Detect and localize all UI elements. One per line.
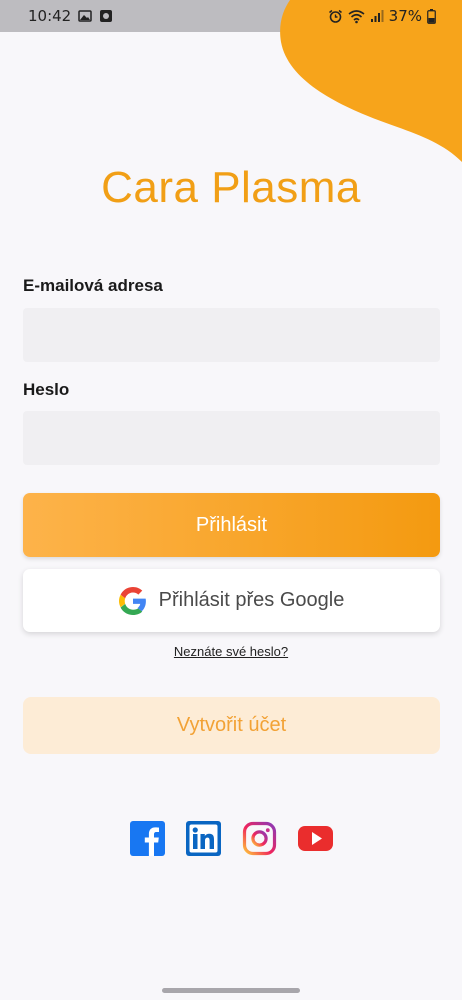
alarm-icon xyxy=(328,9,342,23)
clock-time: 10:42 xyxy=(28,7,72,25)
create-account-button[interactable]: Vytvořit účet xyxy=(23,697,440,754)
forgot-password-link[interactable]: Neznáte své heslo? xyxy=(0,644,462,659)
status-right: 37% xyxy=(328,7,436,25)
password-label: Heslo xyxy=(23,380,70,399)
login-button[interactable]: Přihlásit xyxy=(23,493,440,557)
signal-icon xyxy=(370,10,384,22)
email-label: E-mailová adresa xyxy=(23,276,163,295)
linkedin-icon[interactable] xyxy=(185,821,221,856)
home-indicator[interactable] xyxy=(162,988,300,993)
password-input[interactable] xyxy=(23,411,440,465)
battery-icon xyxy=(427,8,436,24)
status-left: 10:42 xyxy=(28,7,113,25)
brand-logo-title: Cara Plasma xyxy=(101,163,361,212)
google-icon xyxy=(118,586,146,615)
instagram-icon[interactable] xyxy=(242,821,277,856)
email-input[interactable] xyxy=(23,308,440,362)
decorative-blob xyxy=(280,0,462,162)
youtube-icon[interactable] xyxy=(297,821,333,856)
battery-percent: 37% xyxy=(388,7,422,25)
app-notification-icon xyxy=(100,10,113,22)
google-login-button[interactable]: Přihlásit přes Google xyxy=(23,569,440,632)
image-icon xyxy=(78,10,92,22)
social-links xyxy=(0,821,462,856)
wifi-icon xyxy=(348,9,365,23)
facebook-icon[interactable] xyxy=(129,821,165,856)
google-login-label: Přihlásit přes Google xyxy=(158,589,345,611)
